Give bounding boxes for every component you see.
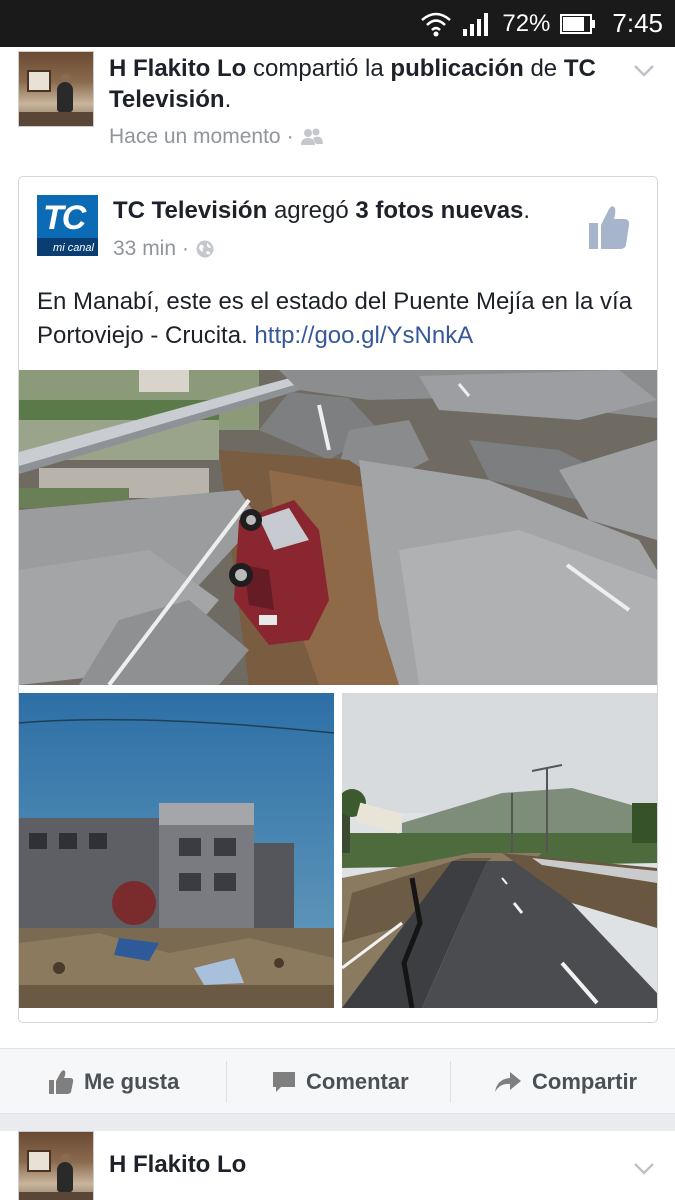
shared-page-name[interactable]: TC Televisión <box>113 197 267 224</box>
chevron-down-icon[interactable] <box>633 1157 655 1179</box>
chevron-down-icon[interactable] <box>633 59 655 81</box>
avatar[interactable] <box>18 1131 94 1200</box>
signal-icon <box>463 12 489 36</box>
news-feed[interactable]: H Flakito Lo compartió la publicación de… <box>0 47 675 1200</box>
like-label: Me gusta <box>84 1069 180 1094</box>
comment-icon <box>273 1072 295 1092</box>
meta-separator: · <box>182 237 190 260</box>
damaged-building-image <box>19 693 334 1008</box>
bridge-collapse-image <box>19 370 657 685</box>
wifi-icon <box>421 12 452 36</box>
share-button[interactable]: Compartir <box>494 1049 637 1115</box>
like-page-icon[interactable] <box>587 203 631 251</box>
friends-icon <box>300 128 323 145</box>
photo-collapsed-bridge-car[interactable] <box>19 370 657 685</box>
share-arrow-icon <box>495 1072 521 1092</box>
battery-icon <box>560 13 596 34</box>
meta-separator: · <box>286 125 294 148</box>
photos-count-link[interactable]: 3 fotos nuevas <box>355 197 523 224</box>
tc-television-logo[interactable]: TC mi canal <box>37 195 98 256</box>
story-period: . <box>224 86 232 113</box>
actor-name[interactable]: H Flakito Lo <box>109 55 246 82</box>
story-time[interactable]: Hace un momento <box>109 125 281 149</box>
shared-post-title: TC Televisión agregó 3 fotos nuevas. <box>113 197 530 225</box>
share-label: Compartir <box>532 1069 638 1094</box>
feed-separator <box>0 1114 675 1131</box>
comment-label: Comentar <box>306 1069 409 1094</box>
action-bar: Me gusta Comentar Compartir <box>0 1048 675 1114</box>
action-divider <box>450 1061 451 1103</box>
shared-post-meta: 33 min · <box>113 237 215 261</box>
story-preposition: de <box>530 55 558 82</box>
logo-tag: mi canal <box>53 242 94 254</box>
action-divider <box>226 1061 227 1103</box>
status-bar-right: 72% 7:45 <box>420 8 663 39</box>
like-button[interactable]: Me gusta <box>48 1049 179 1115</box>
shared-period: . <box>523 197 531 224</box>
thumbs-up-icon <box>49 1070 74 1094</box>
next-story-actor[interactable]: H Flakito Lo <box>109 1151 246 1179</box>
globe-icon <box>196 240 214 258</box>
post-link[interactable]: http://goo.gl/YsNnkA <box>254 322 473 349</box>
story-verb: compartió la <box>253 55 384 82</box>
clock: 7:45 <box>612 8 663 38</box>
story-meta: Hace un momento · <box>109 125 324 149</box>
logo-letters: TC <box>43 199 86 237</box>
post-text: En Manabí, este es el estado del Puente … <box>37 285 643 353</box>
shared-post-time[interactable]: 33 min <box>113 237 176 261</box>
shared-post-card[interactable]: TC mi canal TC Televisión agregó 3 fotos… <box>18 176 658 1023</box>
publication-link[interactable]: publicación <box>390 55 523 82</box>
avatar[interactable] <box>18 51 94 127</box>
photo-damaged-building[interactable] <box>19 693 334 1008</box>
cracked-highway-image <box>342 693 657 1008</box>
battery-percent: 72% <box>502 9 551 37</box>
story-title: H Flakito Lo compartió la publicación de… <box>109 53 609 115</box>
photo-cracked-highway[interactable] <box>342 693 657 1008</box>
story-header: H Flakito Lo compartió la publicación de… <box>0 47 675 172</box>
status-bar: 72% 7:45 <box>0 0 675 47</box>
next-story[interactable]: H Flakito Lo <box>0 1131 675 1200</box>
shared-action-text: agregó <box>273 197 349 224</box>
comment-button[interactable]: Comentar <box>272 1049 409 1115</box>
